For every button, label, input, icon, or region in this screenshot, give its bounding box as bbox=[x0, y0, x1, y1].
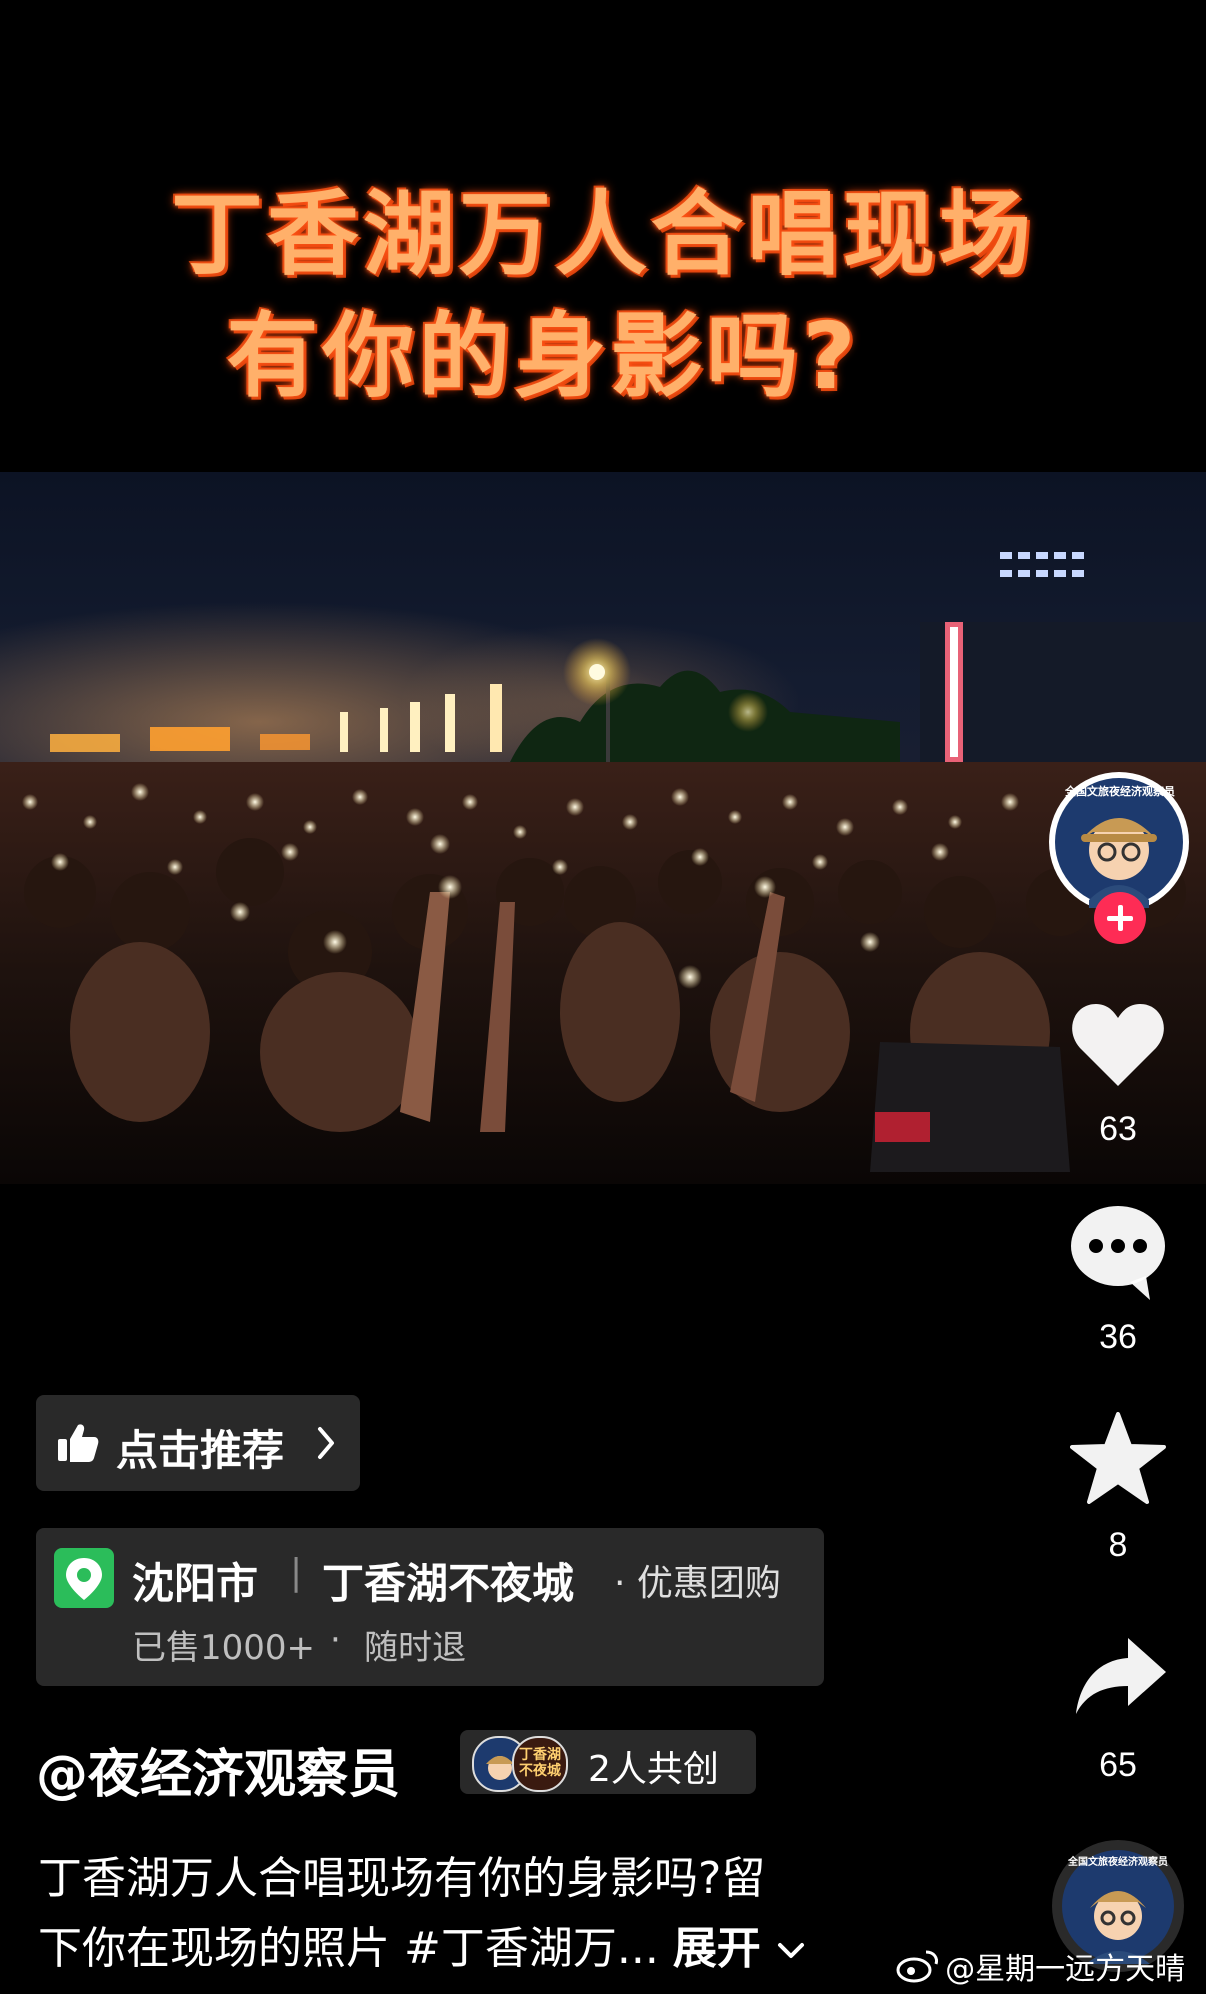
video-title-line-2: 有你的身影吗? bbox=[226, 303, 860, 410]
location-dot: · bbox=[330, 1620, 341, 1660]
share-icon bbox=[1076, 1638, 1166, 1714]
share-count: 65 bbox=[1099, 1746, 1137, 1784]
recommend-label: 点击推荐 bbox=[116, 1426, 285, 1475]
weibo-icon bbox=[896, 1950, 938, 1983]
follow-button[interactable] bbox=[1094, 892, 1146, 944]
location-separator: | bbox=[290, 1552, 303, 1593]
watermark: @星期一远方天晴 bbox=[896, 1944, 1185, 1988]
recommend-button[interactable]: 点击推荐 bbox=[36, 1395, 360, 1491]
video-player[interactable] bbox=[0, 472, 1206, 1184]
collab-label: 2人共创 bbox=[588, 1749, 719, 1790]
author-handle[interactable]: @夜经济观察员 bbox=[36, 1732, 400, 1807]
thumbs-up-icon bbox=[58, 1424, 99, 1462]
collab-avatar-2: 丁香湖不夜城 bbox=[512, 1736, 568, 1792]
share-button[interactable] bbox=[1074, 1636, 1168, 1716]
star-icon bbox=[1070, 1412, 1166, 1504]
comment-button[interactable] bbox=[1068, 1204, 1168, 1300]
location-card[interactable]: 沈阳市 | 丁香湖不夜城 · 优惠团购 已售1000+ · 随时退 bbox=[36, 1528, 824, 1686]
location-tag: · 优惠团购 bbox=[614, 1563, 781, 1604]
location-sold: 已售1000+ bbox=[132, 1628, 316, 1668]
avatar-badge-text: 全国文旅夜经济观察员 bbox=[1065, 785, 1175, 798]
plus-icon bbox=[1107, 905, 1133, 931]
music-disc-badge-text: 全国文旅夜经济观察员 bbox=[1068, 1857, 1168, 1868]
location-city: 沈阳市 bbox=[132, 1559, 259, 1608]
caption-text: 下你在现场的照片 #丁香湖万... bbox=[38, 1923, 659, 1974]
watermark-text: @星期一远方天晴 bbox=[945, 1952, 1186, 1987]
concert-crowd-image bbox=[0, 552, 1206, 1184]
chevron-down-icon bbox=[778, 1943, 805, 1958]
location-place: 丁香湖不夜城 bbox=[322, 1559, 575, 1608]
video-title-line-1: 丁香湖万人合唱现场 bbox=[170, 181, 1035, 288]
location-refund: 随时退 bbox=[364, 1628, 466, 1668]
caption-line-2: 下你在现场的照片 #丁香湖万... 展开 bbox=[38, 1912, 806, 1976]
expand-label: 展开 bbox=[672, 1923, 761, 1974]
like-button[interactable] bbox=[1068, 1000, 1168, 1090]
like-count: 63 bbox=[1099, 1110, 1137, 1148]
chevron-right-icon bbox=[318, 1427, 334, 1459]
comment-icon bbox=[1071, 1206, 1165, 1300]
caption-expand-button[interactable]: 展开 bbox=[673, 1923, 806, 1974]
comment-count: 36 bbox=[1099, 1318, 1137, 1356]
favorite-count: 8 bbox=[1108, 1526, 1128, 1564]
collab-avatar-2-text: 丁香湖不夜城 bbox=[519, 1747, 561, 1779]
collab-badge[interactable]: 丁香湖不夜城 2人共创 bbox=[460, 1730, 756, 1794]
caption-line-1: 丁香湖万人合唱现场有你的身影吗?留 bbox=[38, 1853, 766, 1904]
heart-icon bbox=[1072, 1004, 1164, 1086]
favorite-button[interactable] bbox=[1070, 1412, 1166, 1504]
map-pin-icon bbox=[54, 1548, 114, 1608]
